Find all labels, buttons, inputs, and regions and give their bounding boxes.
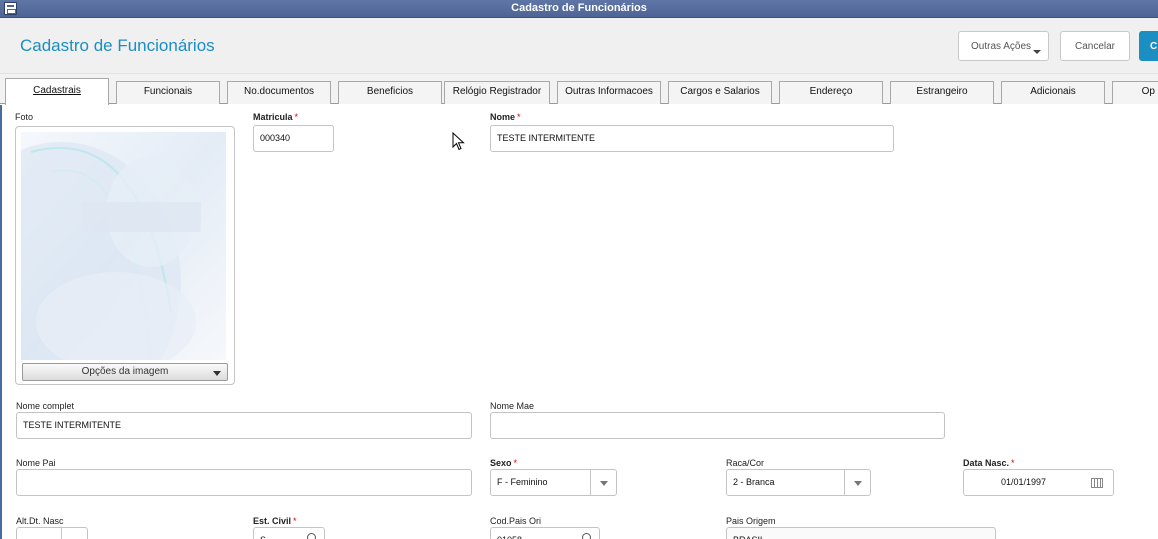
- alt-dt-nasc-label: Alt.Dt. Nasc: [16, 516, 64, 526]
- page-title: Cadastro de Funcionários: [20, 36, 215, 55]
- matricula-field[interactable]: 000340: [253, 125, 334, 152]
- data-nasc-field[interactable]: 01/01/1997: [963, 469, 1114, 496]
- window-titlebar: Cadastro de Funcionários: [0, 0, 1158, 18]
- page-header: Cadastro de Funcionários Outras Ações Ca…: [0, 18, 1158, 74]
- form-area: Foto Opções da imagem Matricula * 000340…: [0, 105, 1158, 539]
- nome-label: Nome *: [490, 112, 521, 122]
- nome-complet-label: Nome complet: [16, 401, 75, 411]
- outras-acoes-button[interactable]: Outras Ações: [958, 31, 1049, 61]
- tab-cargos-e-salarios[interactable]: Cargos e Salarios: [668, 81, 772, 104]
- cod-pais-ori-field[interactable]: 01058: [490, 527, 600, 539]
- nome-pai-field[interactable]: [16, 469, 472, 496]
- cod-pais-ori-label: Cod.Pais Ori: [490, 516, 542, 526]
- search-icon[interactable]: [582, 533, 591, 539]
- tab-cadastrais[interactable]: Cadastrais: [5, 78, 109, 105]
- alt-dt-nasc-select[interactable]: [16, 527, 88, 539]
- window-title: Cadastro de Funcionários: [511, 2, 647, 14]
- tab-no-documentos[interactable]: No.documentos: [227, 81, 331, 104]
- tab-bar: Cadastrais Funcionais No.documentos Bene…: [0, 74, 1158, 105]
- pais-origem-field: BRASIL: [726, 527, 996, 539]
- tab-funcionais[interactable]: Funcionais: [116, 81, 220, 104]
- pais-origem-label: Pais Origem: [726, 516, 776, 526]
- photo-frame: Opções da imagem: [15, 126, 235, 385]
- search-icon[interactable]: [307, 533, 316, 539]
- raca-cor-label: Raca/Cor: [726, 458, 765, 468]
- sexo-label: Sexo *: [490, 458, 518, 468]
- sexo-select[interactable]: F - Feminino: [490, 469, 617, 496]
- nome-mae-field[interactable]: [490, 412, 945, 439]
- chevron-down-icon: [213, 371, 221, 376]
- mouse-pointer-icon: [452, 132, 465, 151]
- nome-complet-field[interactable]: TESTE INTERMITENTE: [16, 412, 472, 439]
- confirmar-button[interactable]: C: [1139, 31, 1158, 61]
- tab-relogio-registrador[interactable]: Relógio Registrador: [444, 81, 550, 104]
- chevron-down-icon[interactable]: [61, 528, 87, 539]
- cancelar-button[interactable]: Cancelar: [1060, 31, 1130, 61]
- tab-endereco[interactable]: Endereço: [779, 81, 883, 104]
- outras-acoes-label: Outras Ações: [971, 40, 1032, 52]
- est-civil-label: Est. Civil *: [253, 516, 297, 526]
- nome-pai-label: Nome Pai: [16, 458, 56, 468]
- data-nasc-label: Data Nasc. *: [963, 458, 1015, 468]
- nome-field[interactable]: TESTE INTERMITENTE: [490, 125, 894, 152]
- tab-adicionais[interactable]: Adicionais: [1001, 81, 1105, 104]
- photo-placeholder-image: [21, 132, 226, 360]
- tab-outras-informacoes[interactable]: Outras Informacoes: [557, 81, 661, 104]
- chevron-down-icon: [1033, 50, 1041, 54]
- foto-label: Foto: [15, 112, 34, 122]
- raca-cor-select[interactable]: 2 - Branca: [726, 469, 871, 496]
- opcoes-imagem-button[interactable]: Opções da imagem: [22, 363, 228, 381]
- tab-op[interactable]: Op: [1112, 81, 1158, 104]
- matricula-label: Matricula *: [253, 112, 299, 122]
- calendar-icon[interactable]: [1091, 478, 1103, 488]
- nome-mae-label: Nome Mae: [490, 401, 535, 411]
- tab-beneficios[interactable]: Beneficios: [338, 81, 442, 104]
- chevron-down-icon[interactable]: [590, 470, 616, 495]
- est-civil-field[interactable]: S: [253, 527, 325, 539]
- tab-estrangeiro[interactable]: Estrangeiro: [890, 81, 994, 104]
- chevron-down-icon[interactable]: [844, 470, 870, 495]
